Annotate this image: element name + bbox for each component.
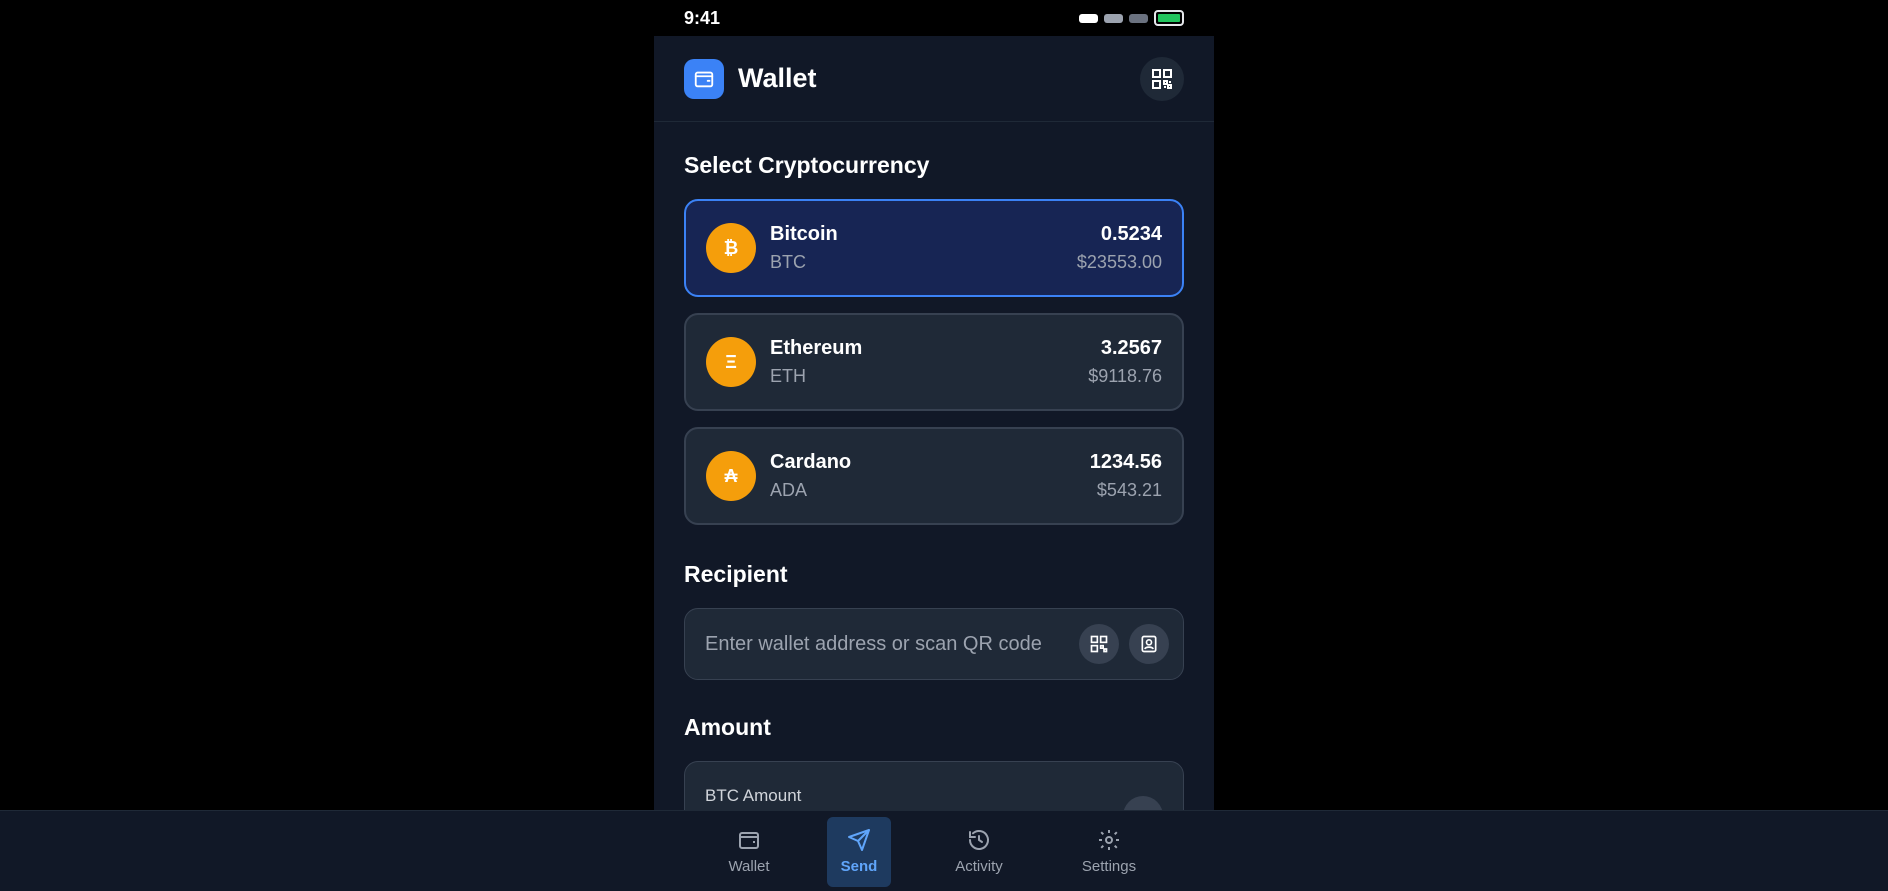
cellular-icon <box>1129 13 1148 23</box>
send-icon <box>848 829 870 851</box>
coin-symbol: ADA <box>770 480 808 500</box>
signal-icon <box>1079 13 1098 23</box>
amount-title: Amount <box>684 714 771 740</box>
nav-item-activity[interactable]: Activity <box>937 817 1021 887</box>
status-bar: 9:41 <box>654 0 1214 36</box>
cardano-icon: ₳ <box>706 451 756 501</box>
page-title: Wallet <box>738 63 817 93</box>
crypto-card-ethereum[interactable]: Ξ Ethereum ETH 3.2567 $9118.76 <box>684 313 1184 411</box>
qr-code-icon <box>1090 635 1108 653</box>
qr-scan-button[interactable] <box>1140 56 1184 101</box>
coin-name: Cardano <box>770 451 852 473</box>
coin-fiat-value: $23553.00 <box>1076 252 1162 272</box>
nav-item-settings[interactable]: Settings <box>1067 817 1151 887</box>
header-brand: Wallet <box>684 58 817 99</box>
crypto-card-bitcoin[interactable]: ₿ Bitcoin BTC 0.5234 $23553.00 <box>684 199 1184 297</box>
coin-name: Bitcoin <box>770 223 838 245</box>
gear-icon <box>1099 830 1119 850</box>
nav-item-wallet[interactable]: Wallet <box>717 817 781 887</box>
battery-icon <box>1154 10 1184 26</box>
wallet-icon <box>684 58 724 99</box>
coin-symbol: ETH <box>770 366 806 386</box>
nav-label: Send <box>840 858 878 875</box>
contacts-button[interactable] <box>1129 624 1169 664</box>
status-time: 9:41 <box>684 7 721 28</box>
amount-field[interactable]: BTC Amount <box>684 761 1184 811</box>
app-header: Wallet <box>654 36 1214 122</box>
wallet-app: Wallet Select Cryptocurrency ₿ Bitcoin B… <box>654 36 1214 811</box>
qr-code-icon <box>1152 68 1172 89</box>
bottom-nav: Wallet Send Activity Settings <box>0 810 1888 891</box>
nav-item-send[interactable]: Send <box>827 816 891 887</box>
coin-balance: 0.5234 <box>1100 223 1162 245</box>
screen: 9:41 Wallet Select Cryptocurrency ₿ Bitc… <box>0 0 1888 891</box>
amount-label: BTC Amount <box>705 786 802 805</box>
coin-balance: 3.2567 <box>1100 337 1162 359</box>
recipient-address-input[interactable] <box>705 632 1079 656</box>
wallet-icon <box>739 832 759 849</box>
coin-fiat-value: $9118.76 <box>1088 366 1162 386</box>
coin-symbol: BTC <box>770 252 806 272</box>
coin-balance: 1234.56 <box>1089 451 1162 473</box>
coin-fiat-value: $543.21 <box>1096 480 1162 500</box>
nav-label: Wallet <box>728 858 770 875</box>
ethereum-icon: Ξ <box>706 337 756 387</box>
coin-name: Ethereum <box>770 337 863 359</box>
crypto-list: ₿ Bitcoin BTC 0.5234 $23553.00 Ξ Ethereu… <box>654 199 1214 525</box>
status-icons <box>1079 10 1184 26</box>
contact-book-icon <box>1141 635 1157 653</box>
history-icon <box>969 830 989 850</box>
nav-label: Settings <box>1081 858 1137 875</box>
crypto-card-cardano[interactable]: ₳ Cardano ADA 1234.56 $543.21 <box>684 427 1184 525</box>
select-crypto-title: Select Cryptocurrency <box>684 152 930 178</box>
wifi-icon <box>1104 13 1123 23</box>
recipient-title: Recipient <box>684 561 788 587</box>
recipient-field <box>684 608 1184 680</box>
scan-qr-button[interactable] <box>1079 624 1119 664</box>
nav-label: Activity <box>955 858 1003 875</box>
bitcoin-icon: ₿ <box>706 223 756 273</box>
